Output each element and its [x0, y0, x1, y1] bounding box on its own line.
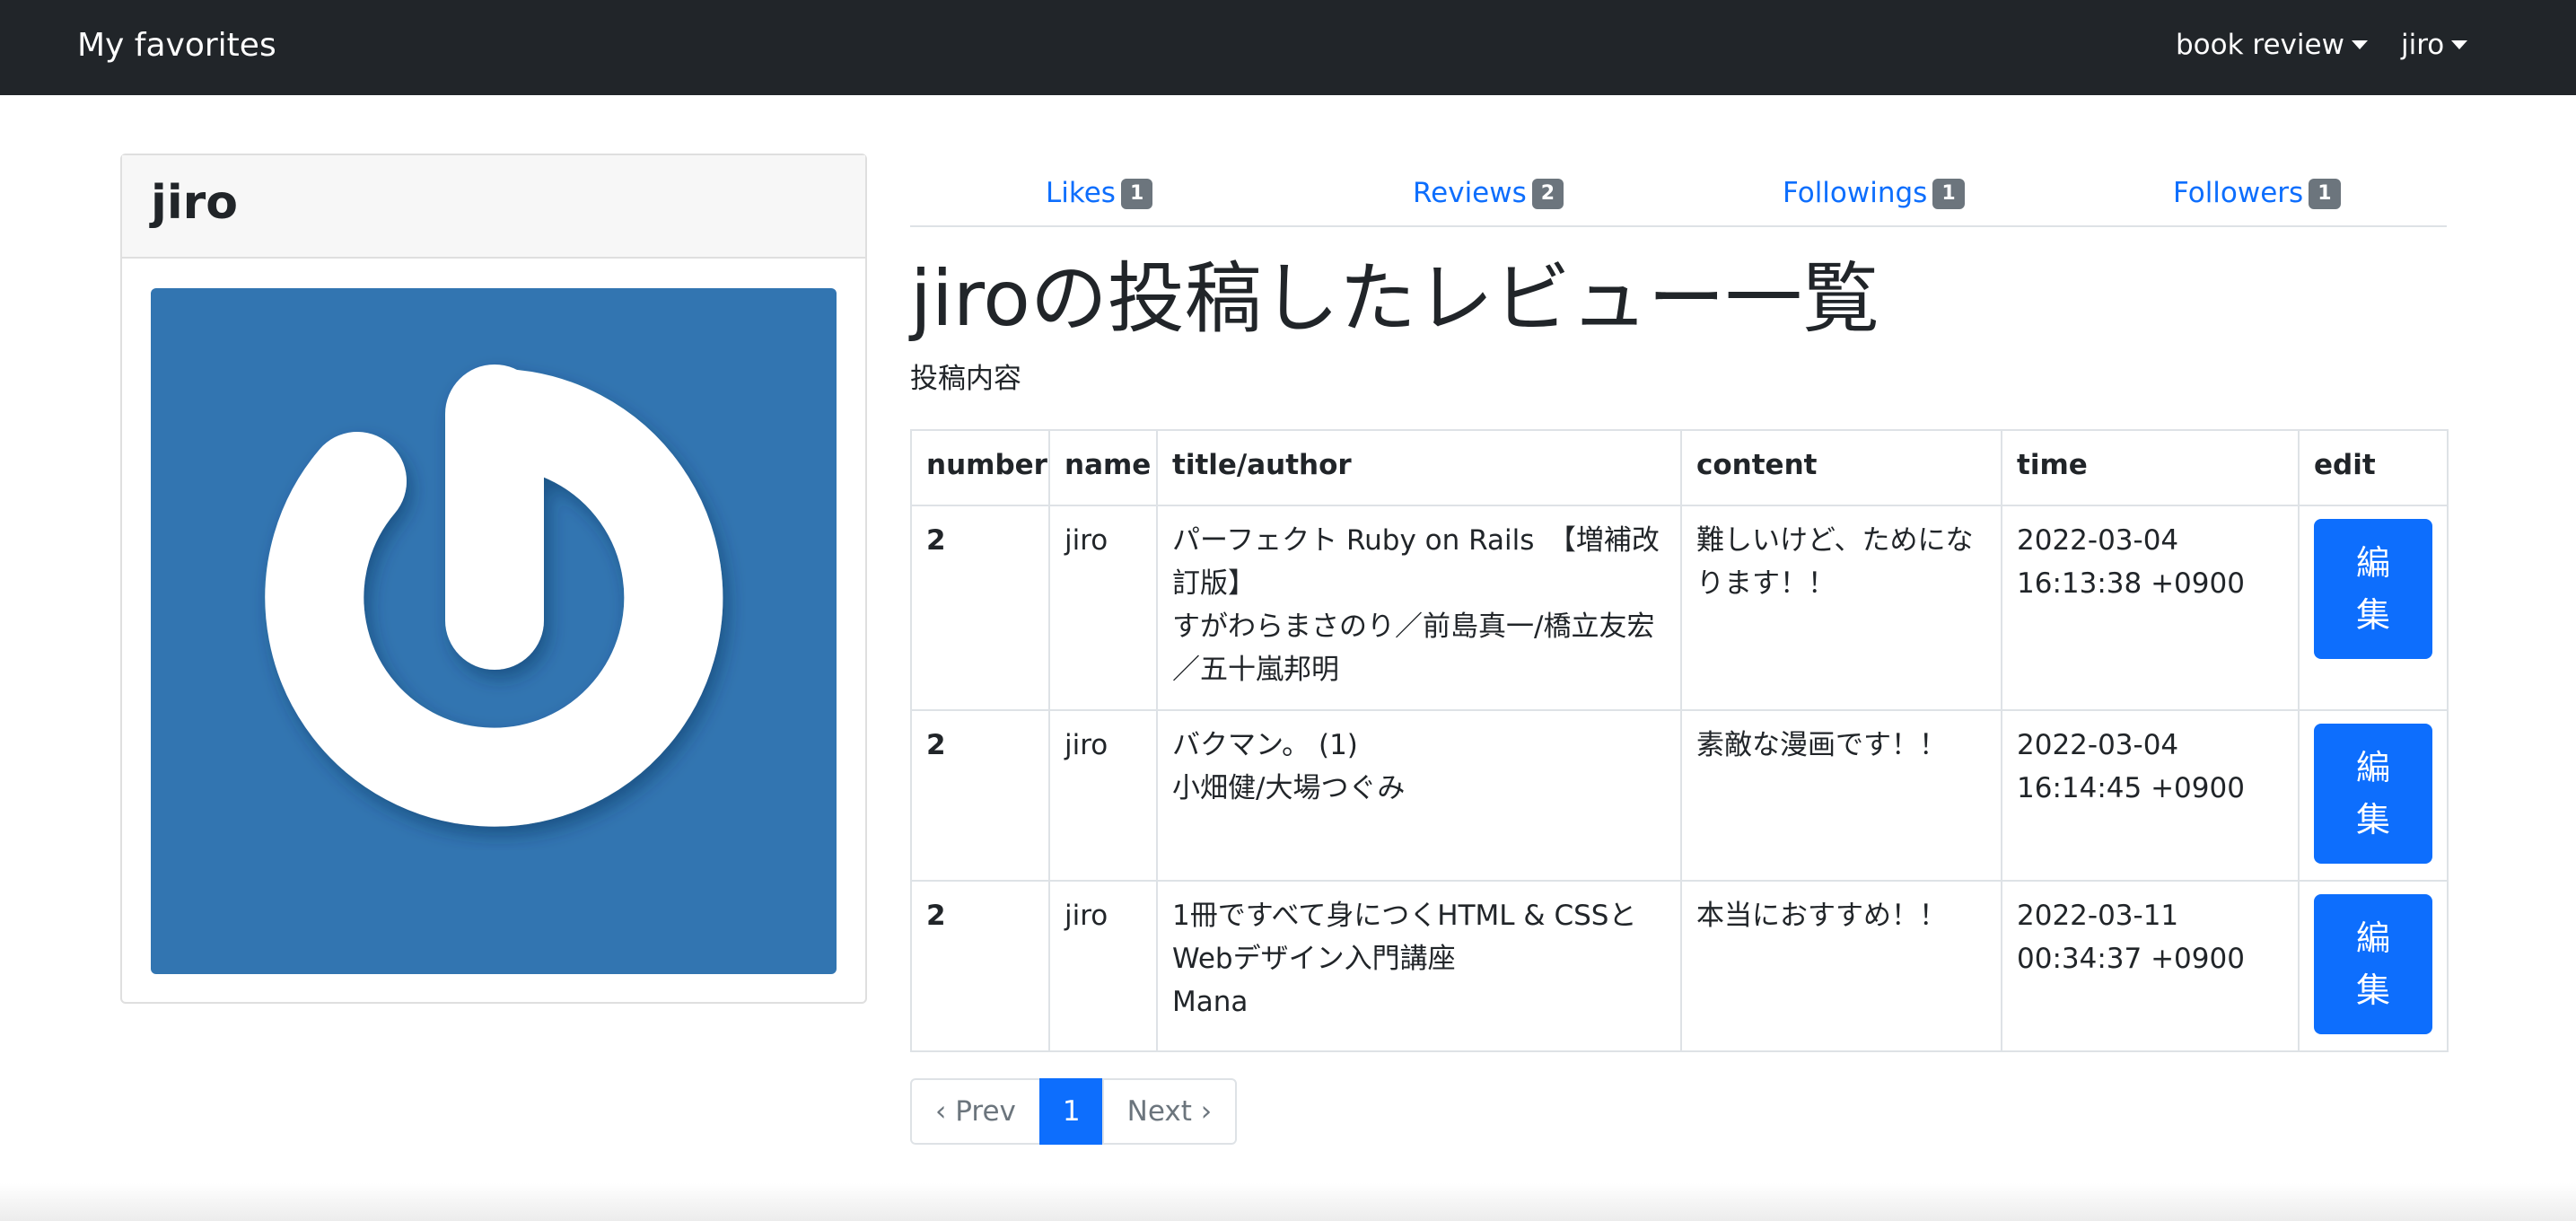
caret-down-icon: [2351, 40, 2368, 49]
book-author: Mana: [1172, 986, 1249, 1018]
cell-content: 難しいけど、ためになります！！: [1680, 505, 2002, 711]
book-title: 1冊ですべて身につくHTML & CSSとWebデザイン入門講座: [1172, 900, 1637, 975]
cell-edit: 編集: [2298, 880, 2449, 1052]
followings-count-badge: 1: [1932, 179, 1965, 209]
avatar: [151, 288, 837, 974]
next-page-link[interactable]: Next ›: [1101, 1078, 1238, 1145]
cell-content: 素敵な漫画です！！: [1680, 709, 2002, 882]
reviews-count-badge: 2: [1531, 179, 1564, 209]
user-tabs: Likes 1 Reviews 2 Followings 1 Followers 1: [910, 162, 2447, 227]
tab-reviews[interactable]: Reviews 2: [1413, 173, 1564, 213]
cell-time: 2022-03-04 16:14:45 +0900: [2001, 709, 2300, 882]
cell-name: jiro: [1048, 505, 1158, 711]
header-time: time: [2001, 429, 2300, 506]
header-edit: edit: [2298, 429, 2449, 506]
cell-time: 2022-03-04 16:13:38 +0900: [2001, 505, 2300, 711]
time-date: 2022-03-04: [2017, 524, 2179, 557]
profile-card: jiro: [120, 154, 867, 1004]
edit-button[interactable]: 編集: [2314, 724, 2432, 864]
book-review-dropdown[interactable]: book review: [2176, 25, 2368, 65]
book-author: 小畑健/大場つぐみ: [1172, 772, 1406, 804]
cell-time: 2022-03-11 00:34:37 +0900: [2001, 880, 2300, 1052]
user-dropdown[interactable]: jiro: [2401, 25, 2468, 65]
time-date: 2022-03-11: [2017, 900, 2179, 932]
tab-likes-label: Likes: [1046, 177, 1116, 209]
tab-reviews-label: Reviews: [1413, 177, 1527, 209]
power-icon: [265, 365, 723, 827]
top-navbar: My favorites book review jiro: [0, 0, 2576, 95]
reviews-table: number name title/author content time ed…: [910, 429, 2449, 1052]
brand-link[interactable]: My favorites: [77, 23, 276, 68]
cell-number: 2: [910, 709, 1050, 882]
followers-count-badge: 1: [2309, 179, 2341, 209]
cell-edit: 編集: [2298, 709, 2449, 882]
tab-followers[interactable]: Followers 1: [2173, 173, 2341, 213]
book-review-dropdown-label: book review: [2176, 29, 2344, 61]
footer-shadow: [0, 1183, 2576, 1221]
header-title-author: title/author: [1156, 429, 1682, 506]
tab-followers-label: Followers: [2173, 177, 2304, 209]
profile-name: jiro: [151, 176, 239, 230]
table-header-row: number name title/author content time ed…: [910, 429, 2449, 506]
cell-name: jiro: [1048, 880, 1158, 1052]
page-title: jiroの投稿したレビュー一覧: [910, 254, 1879, 344]
likes-count-badge: 1: [1120, 179, 1153, 209]
section-subtitle: 投稿内容: [910, 363, 1021, 395]
time-clock: 16:14:45 +0900: [2017, 772, 2245, 804]
current-page-link[interactable]: 1: [1038, 1078, 1104, 1145]
table-row: 2 jiro 1冊ですべて身につくHTML & CSSとWebデザイン入門講座 M…: [910, 880, 2449, 1052]
tab-followings-label: Followings: [1783, 177, 1928, 209]
book-title: パーフェクト Ruby on Rails 【増補改訂版】: [1172, 524, 1660, 600]
cell-content: 本当におすすめ！！: [1680, 880, 2002, 1052]
pagination: ‹ Prev 1 Next ›: [910, 1078, 1238, 1145]
prev-page-link[interactable]: ‹ Prev: [910, 1078, 1041, 1145]
header-number: number: [910, 429, 1050, 506]
table-row: 2 jiro パーフェクト Ruby on Rails 【増補改訂版】 すがわらま…: [910, 505, 2449, 711]
tab-followings[interactable]: Followings 1: [1783, 173, 1965, 213]
profile-card-header: jiro: [122, 155, 865, 259]
header-name: name: [1048, 429, 1158, 506]
edit-button[interactable]: 編集: [2314, 519, 2432, 659]
edit-button[interactable]: 編集: [2314, 894, 2432, 1034]
caret-down-icon: [2451, 40, 2468, 49]
time-clock: 00:34:37 +0900: [2017, 943, 2245, 975]
cell-name: jiro: [1048, 709, 1158, 882]
book-author: すがわらまさのり／前島真一/橋立友宏／五十嵐邦明: [1172, 610, 1655, 686]
time-date: 2022-03-04: [2017, 729, 2179, 761]
cell-number: 2: [910, 880, 1050, 1052]
cell-title-author: パーフェクト Ruby on Rails 【増補改訂版】 すがわらまさのり／前島真…: [1156, 505, 1682, 711]
cell-number: 2: [910, 505, 1050, 711]
cell-title-author: バクマン。 (1) 小畑健/大場つぐみ: [1156, 709, 1682, 882]
time-clock: 16:13:38 +0900: [2017, 567, 2245, 600]
tab-likes[interactable]: Likes 1: [1046, 173, 1153, 213]
table-row: 2 jiro バクマン。 (1) 小畑健/大場つぐみ 素敵な漫画です！！ 2022…: [910, 709, 2449, 882]
cell-edit: 編集: [2298, 505, 2449, 711]
header-content: content: [1680, 429, 2002, 506]
user-dropdown-label: jiro: [2401, 29, 2445, 61]
book-title: バクマン。 (1): [1172, 729, 1358, 761]
cell-title-author: 1冊ですべて身につくHTML & CSSとWebデザイン入門講座 Mana: [1156, 880, 1682, 1052]
